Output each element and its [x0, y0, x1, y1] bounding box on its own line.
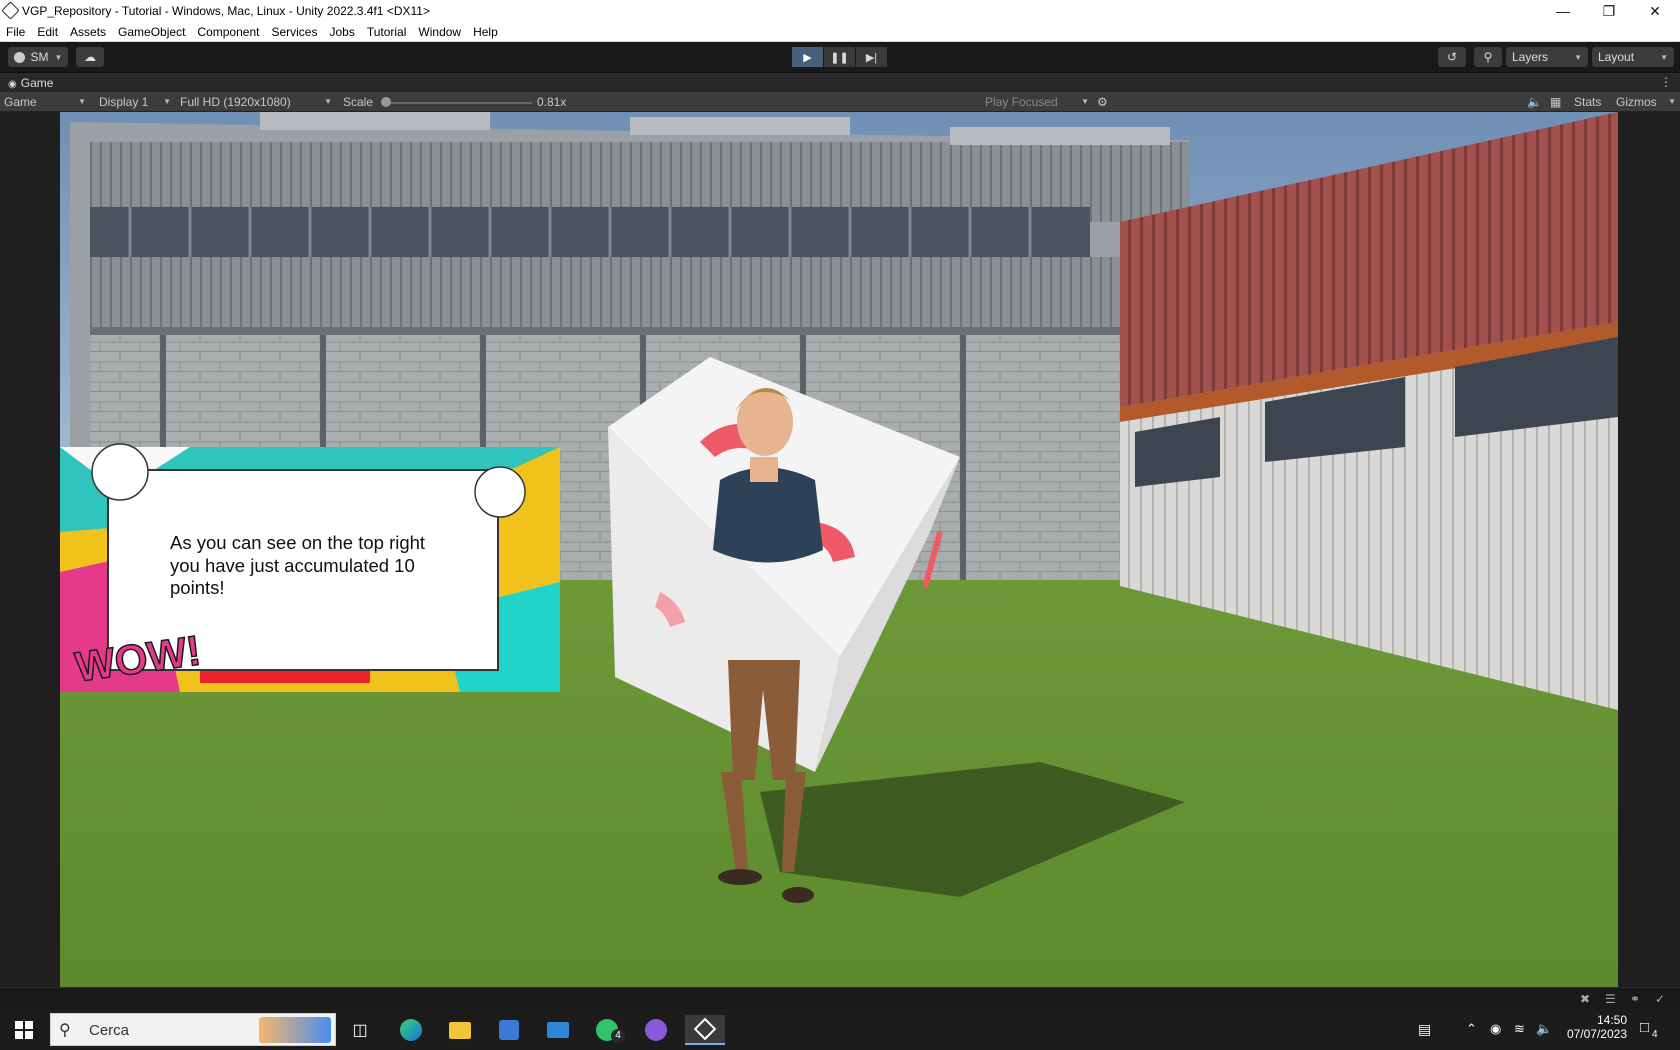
tutorial-dialog-text: As you can see on the top right you have…: [170, 532, 426, 598]
volume-icon[interactable]: 🔈: [1536, 1021, 1552, 1037]
tab-game-label: Game: [20, 76, 54, 90]
scale-slider-handle[interactable]: [381, 97, 391, 107]
gamepad-icon: ◉: [8, 79, 17, 90]
menu-gameobject[interactable]: GameObject: [118, 25, 185, 39]
search-highlight-icon: [259, 1017, 331, 1043]
task-view-icon[interactable]: ◫: [340, 1015, 380, 1045]
chevron-down-icon: ▼: [324, 97, 332, 106]
search-placeholder: Cerca: [89, 1022, 130, 1039]
whatsapp-icon[interactable]: 4: [587, 1015, 627, 1045]
pause-button[interactable]: ❚❚: [824, 47, 855, 67]
wifi-icon[interactable]: ≋: [1514, 1021, 1525, 1037]
account-icon: [13, 51, 25, 63]
notification-icon[interactable]: □ 4: [1640, 1019, 1658, 1040]
mute-audio-icon[interactable]: 🔈: [1527, 95, 1542, 109]
play-focus-label: Play Focused: [985, 95, 1058, 109]
store-icon[interactable]: [489, 1015, 529, 1045]
news-icon[interactable]: ▤: [1418, 1021, 1431, 1038]
view-select-label: Game: [4, 95, 37, 109]
menu-tutorial[interactable]: Tutorial: [367, 25, 407, 39]
edge-icon[interactable]: [391, 1015, 431, 1045]
game-tab-bar: ◉ Game ⋮: [0, 73, 1680, 92]
taskbar-search[interactable]: ⚲ Cerca: [50, 1013, 336, 1046]
layers-dropdown[interactable]: Layers ▼: [1506, 47, 1588, 67]
windows-logo-icon: [15, 1021, 33, 1039]
menu-bar: File Edit Assets GameObject Component Se…: [0, 22, 1680, 42]
gizmos-dropdown[interactable]: Gizmos ▼: [1616, 95, 1676, 109]
unity-taskbar-icon[interactable]: [685, 1015, 725, 1045]
account-label: SM: [30, 50, 49, 64]
chevron-down-icon: ▼: [54, 52, 63, 62]
resolution-select[interactable]: Full HD (1920x1080) ▼: [180, 95, 332, 109]
clock[interactable]: 14:50 07/07/2023: [1565, 1013, 1627, 1041]
unity-logo-icon: [1, 1, 20, 20]
bug-icon[interactable]: ⚙: [1097, 95, 1108, 109]
step-button[interactable]: ▶|: [856, 47, 887, 67]
search-icon[interactable]: ⚲: [1474, 47, 1502, 67]
minimize-icon[interactable]: —: [1540, 0, 1586, 22]
start-icon[interactable]: [4, 1015, 44, 1045]
more-options-icon[interactable]: ⋮: [1660, 75, 1672, 89]
file-explorer-icon[interactable]: [440, 1015, 480, 1045]
window-title: VGP_Repository - Tutorial - Windows, Mac…: [22, 4, 430, 18]
close-icon[interactable]: ✕: [1632, 0, 1678, 22]
notification-badge: 4: [1652, 1029, 1658, 1040]
layout-label: Layout: [1598, 50, 1635, 64]
scale-value: 0.81x: [537, 95, 567, 109]
menu-assets[interactable]: Assets: [70, 25, 106, 39]
grid-icon[interactable]: ▦: [1550, 95, 1561, 109]
tab-game[interactable]: ◉ Game: [8, 76, 53, 90]
stats-button[interactable]: Stats: [1574, 95, 1601, 109]
chevron-down-icon: ▼: [1574, 52, 1582, 62]
cloud-icon[interactable]: ☁: [76, 47, 104, 67]
menu-window[interactable]: Window: [418, 25, 461, 39]
clock-date: 07/07/2023: [1566, 1027, 1627, 1041]
chevron-down-icon: ▼: [1081, 97, 1089, 106]
mail-icon[interactable]: [538, 1015, 578, 1045]
chevron-down-icon: ▼: [1660, 52, 1668, 62]
menu-file[interactable]: File: [6, 25, 25, 39]
github-icon[interactable]: [636, 1015, 676, 1045]
account-dropdown[interactable]: SM ▼: [8, 47, 68, 67]
chevron-down-icon: ▼: [78, 97, 86, 106]
check-circle-icon[interactable]: ✓: [1655, 992, 1665, 1006]
chevron-down-icon: ▼: [163, 97, 171, 106]
display-select[interactable]: Display 1 ▼: [99, 95, 171, 109]
webcam-icon[interactable]: ◉: [1490, 1021, 1501, 1037]
game-view-controls: Game ▼ Display 1 ▼ Full HD (1920x1080) ▼…: [0, 92, 1680, 112]
whatsapp-badge: 4: [611, 1029, 625, 1043]
menu-help[interactable]: Help: [473, 25, 498, 39]
game-scene[interactable]: WOW! As you can see on the top right you…: [60, 112, 1618, 987]
display-select-label: Display 1: [99, 95, 149, 109]
history-icon[interactable]: ↺: [1438, 47, 1466, 67]
menu-services[interactable]: Services: [271, 25, 317, 39]
resolution-select-label: Full HD (1920x1080): [180, 95, 291, 109]
network-icon[interactable]: ⚭: [1630, 992, 1640, 1006]
search-icon: ⚲: [59, 1022, 71, 1039]
stack-icon[interactable]: ☰: [1605, 992, 1616, 1006]
menu-component[interactable]: Component: [197, 25, 259, 39]
title-bar: VGP_Repository - Tutorial - Windows, Mac…: [0, 0, 1680, 22]
play-button[interactable]: ▶: [792, 47, 823, 67]
menu-jobs[interactable]: Jobs: [329, 25, 354, 39]
chevron-down-icon: ▼: [1668, 97, 1676, 106]
scale-label: Scale: [343, 95, 374, 109]
debug-icon[interactable]: ✖: [1580, 992, 1590, 1006]
windows-taskbar: ⚲ Cerca ◫ 4 ▤ ⌃ ◉ ≋ 🔈 14:50 07/07/2023 □…: [0, 1009, 1680, 1050]
gizmos-label: Gizmos: [1616, 95, 1657, 109]
layers-label: Layers: [1512, 50, 1549, 64]
play-focus-select[interactable]: Play Focused ▼: [985, 95, 1089, 109]
layout-dropdown[interactable]: Layout ▼: [1592, 47, 1674, 67]
clock-time: 14:50: [1596, 1013, 1627, 1027]
restore-icon[interactable]: ❐: [1586, 0, 1632, 22]
play-controls: ▶ ❚❚ ▶|: [792, 47, 887, 67]
scale-slider[interactable]: [384, 102, 532, 104]
menu-edit[interactable]: Edit: [37, 25, 58, 39]
game-viewport[interactable]: WOW! As you can see on the top right you…: [0, 112, 1680, 987]
status-bar: ✖ ☰ ⚭ ✓: [0, 987, 1680, 1009]
chevron-up-icon[interactable]: ⌃: [1466, 1021, 1477, 1037]
view-select[interactable]: Game ▼: [4, 95, 86, 109]
main-toolbar: SM ▼ ☁ ▶ ❚❚ ▶| ↺ ⚲ Layers ▼ Layout ▼: [0, 42, 1680, 73]
